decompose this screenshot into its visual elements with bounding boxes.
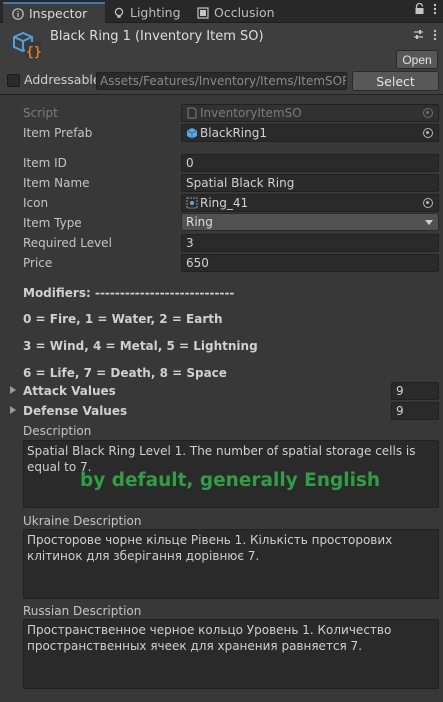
item-type-value: Ring — [186, 215, 213, 229]
item-prefab-label: Item Prefab — [23, 126, 93, 140]
russian-description-label: Russian Description — [23, 604, 142, 618]
more-vertical-icon[interactable] — [433, 3, 437, 18]
open-button[interactable]: Open — [396, 50, 438, 69]
defense-values-label[interactable]: Defense Values — [23, 404, 127, 418]
inspector-content: Script InventoryItemSO Item Prefab Black… — [0, 96, 443, 702]
price-field[interactable]: 650 — [181, 254, 439, 272]
addressable-checkbox[interactable] — [7, 74, 20, 87]
icon-value: Ring_41 — [200, 196, 249, 210]
more-vertical-icon[interactable] — [433, 29, 437, 44]
addressable-label: Addressable — [24, 72, 101, 87]
address-path-field[interactable]: Assets/Features/Inventory/Items/ItemSORi… — [96, 72, 347, 90]
item-type-label: Item Type — [23, 216, 82, 230]
script-field: InventoryItemSO — [181, 104, 439, 122]
item-name-field[interactable]: Spatial Black Ring — [181, 174, 439, 192]
tab-occlusion[interactable]: Occlusion — [188, 2, 284, 23]
item-id-field[interactable]: 0 — [181, 154, 439, 172]
window-tab-bar: Inspector Lighting Occlusion — [0, 0, 443, 23]
price-label: Price — [23, 256, 53, 270]
modifiers-line-2: 3 = Wind, 4 = Metal, 5 = Lightning — [23, 339, 258, 353]
item-prefab-field[interactable]: BlackRing1 — [181, 124, 439, 142]
tab-label: Inspector — [29, 6, 88, 21]
prefab-cube-icon — [186, 127, 198, 139]
bulb-icon — [112, 6, 125, 19]
description-label: Description — [23, 424, 92, 438]
chevron-down-icon — [425, 220, 433, 225]
defense-values-size-field[interactable]: 9 — [391, 402, 439, 420]
tab-inspector[interactable]: Inspector — [3, 2, 105, 23]
required-level-label: Required Level — [23, 236, 112, 250]
foldout-arrow-icon[interactable] — [10, 406, 16, 414]
inspector-header: {} Black Ring 1 (Inventory Item SO) Open… — [0, 23, 443, 95]
item-name-label: Item Name — [23, 176, 90, 190]
modifiers-line-1: 0 = Fire, 1 = Water, 2 = Earth — [23, 312, 223, 326]
script-file-icon — [186, 107, 198, 119]
sprite-icon — [186, 197, 198, 209]
item-id-label: Item ID — [23, 156, 67, 170]
info-icon — [11, 7, 24, 20]
icon-field[interactable]: Ring_41 — [181, 194, 439, 212]
foldout-arrow-icon[interactable] — [10, 386, 16, 394]
icon-label: Icon — [23, 196, 49, 210]
annotation-note: by default, generally English — [80, 470, 381, 491]
header-controls — [413, 29, 437, 44]
modifiers-heading: Modifiers: ---------------------------- — [23, 286, 235, 300]
attack-values-label[interactable]: Attack Values — [23, 384, 116, 398]
object-picker-icon[interactable] — [421, 196, 435, 210]
object-picker-icon[interactable] — [421, 126, 435, 140]
asset-title: Black Ring 1 (Inventory Item SO) — [50, 29, 264, 44]
item-type-dropdown[interactable]: Ring — [181, 213, 439, 231]
ukraine-description-label: Ukraine Description — [23, 514, 142, 528]
select-button[interactable]: Select — [352, 71, 439, 91]
script-label: Script — [23, 106, 58, 120]
tab-label: Occlusion — [214, 5, 275, 20]
ukraine-description-textarea[interactable]: Просторове чорне кільце Рівень 1. Кількі… — [23, 529, 439, 599]
lock-icon[interactable] — [414, 2, 425, 18]
script-value: InventoryItemSO — [200, 106, 302, 120]
required-level-field[interactable]: 3 — [181, 234, 439, 252]
scriptable-object-icon: {} — [11, 30, 43, 60]
modifiers-line-3: 6 = Life, 7 = Death, 8 = Space — [23, 366, 227, 380]
attack-values-size-field[interactable]: 9 — [391, 382, 439, 400]
object-picker-icon — [421, 106, 435, 120]
tabbar-controls — [414, 2, 437, 18]
tab-label: Lighting — [130, 5, 181, 20]
russian-description-textarea[interactable]: Пространственное черное кольцо Уровень 1… — [23, 619, 439, 689]
tab-lighting[interactable]: Lighting — [104, 2, 190, 23]
occlusion-icon — [196, 6, 209, 19]
settings-sliders-icon[interactable] — [413, 29, 424, 44]
svg-text:{}: {} — [26, 45, 42, 60]
item-prefab-value: BlackRing1 — [200, 126, 267, 140]
